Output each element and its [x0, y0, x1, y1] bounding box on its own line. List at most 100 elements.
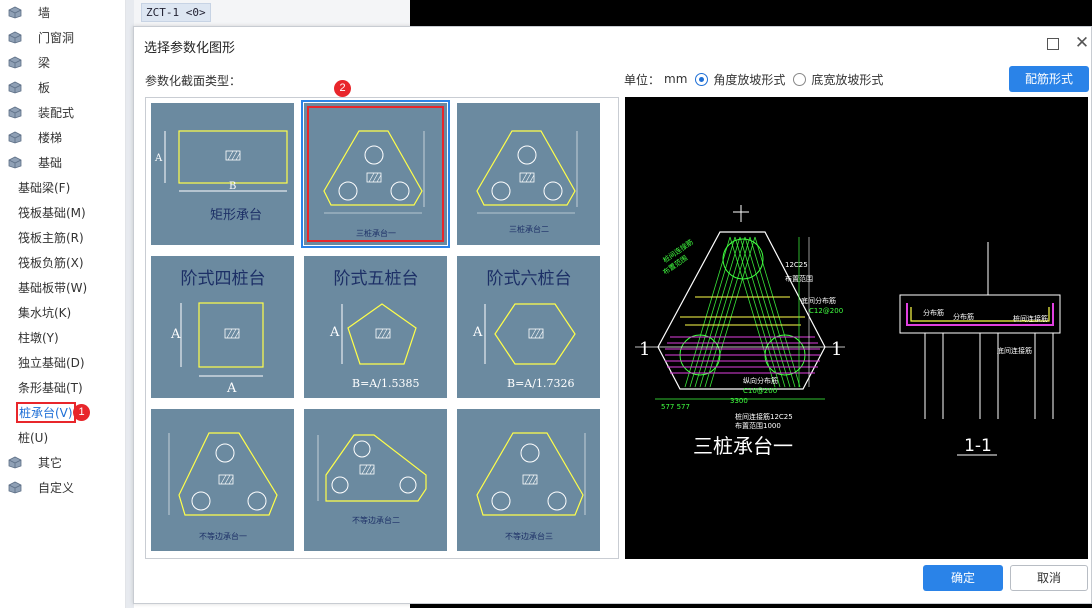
tree-item-label: 筏板主筋(R) [18, 231, 84, 245]
shape-thumbnail[interactable]: 三桩承台一 [301, 100, 450, 248]
tree-item-label: 桩承台(V) [16, 402, 76, 423]
prefab-icon [8, 106, 22, 119]
shape-formula: B=A/1.7326 [507, 377, 574, 390]
tree-foundation-item[interactable]: 基础板带(W) [0, 275, 126, 300]
section-type-label: 参数化截面类型： [145, 74, 242, 88]
tree-item-label: 筏板负筋(X) [18, 256, 84, 270]
dim-label: A [329, 325, 340, 340]
tree-category[interactable]: 楼梯 [0, 125, 126, 150]
dim-label: A [226, 381, 237, 396]
tree-item-label: 柱墩(Y) [18, 331, 59, 345]
tree-foundation-item[interactable]: 筏板基础(M) [0, 200, 126, 225]
tree-item-label: 独立基础(D) [18, 356, 85, 370]
preview-drawing: 1 1 桩间连接筋 布置范围 12C25 布置范围 底间分布筋 C12@200 … [635, 205, 1061, 458]
shape-caption: 阶式六桩台 [487, 269, 572, 289]
tree-category-label: 其它 [38, 456, 63, 470]
ok-button[interactable]: 确定 [923, 565, 1003, 591]
svg-text:底间连接筋: 底间连接筋 [997, 346, 1032, 355]
svg-text:纵向分布筋: 纵向分布筋 [743, 376, 778, 385]
shape-thumbnail[interactable]: 阶式六桩台 A B=A/1.7326 [457, 256, 600, 398]
slab-icon [8, 81, 22, 94]
close-icon[interactable]: ✕ [1073, 34, 1091, 52]
rebar-form-button[interactable]: 配筋形式 [1009, 66, 1089, 92]
unit-value: mm [664, 72, 688, 86]
tree-category[interactable]: 其它 [0, 450, 126, 475]
shape-thumbnail[interactable]: 不等边承台一 [151, 409, 294, 551]
tree-category-label: 门窗洞 [38, 31, 75, 45]
tree-foundation-item[interactable]: 筏板负筋(X) [0, 250, 126, 275]
step-badge-1: 1 [73, 404, 90, 421]
step-badge-2: 2 [334, 80, 351, 97]
shape-caption: 矩形承台 [210, 208, 262, 223]
radio-width-slope[interactable] [793, 72, 807, 86]
tree-category[interactable]: 墙 [0, 0, 126, 25]
shape-thumbnail[interactable]: 阶式五桩台 A B=A/1.5385 [304, 256, 447, 398]
svg-text:布置范围: 布置范围 [785, 274, 813, 283]
tree-foundation-item[interactable]: 筏板主筋(R) [0, 225, 126, 250]
tree-foundation-item[interactable]: 条形基础(T) [0, 375, 126, 400]
tree-category[interactable]: 梁 [0, 50, 126, 75]
shape-caption: 不等边承台一 [199, 531, 247, 541]
tree-category-label: 梁 [38, 56, 51, 70]
svg-text:3300: 3300 [730, 397, 748, 405]
other-icon [8, 456, 22, 469]
shape-caption: 阶式四桩台 [181, 269, 266, 289]
shape-caption: 不等边承台三 [505, 531, 553, 541]
svg-text:C10@200: C10@200 [743, 387, 777, 395]
tree-category-label: 基础 [38, 156, 63, 170]
svg-text:底间分布筋: 底间分布筋 [801, 296, 836, 305]
tree-foundation-item[interactable]: 基础梁(F) [0, 175, 126, 200]
tree-category[interactable]: 基础 [0, 150, 126, 175]
section-view: 分布筋 分布筋 桩间连接筋 底间连接筋 1-1 [899, 242, 1061, 456]
plan-view: 1 1 桩间连接筋 布置范围 12C25 布置范围 底间分布筋 C12@200 … [635, 205, 845, 458]
component-tree: 墙门窗洞梁板装配式楼梯基础基础梁(F) 筏板基础(M) 筏板主筋(R) 筏板负筋(X)… [0, 0, 126, 608]
tree-item-label: 集水坑(K) [18, 306, 72, 320]
tree-category-label: 板 [38, 81, 51, 95]
select-parametric-shape-dialog: 选择参数化图形 ✕ 参数化截面类型： 单位： mm 角度放坡形式 底宽放坡形式 … [133, 26, 1092, 604]
unit-label: 单位： [624, 72, 661, 87]
tree-category[interactable]: 装配式 [0, 100, 126, 125]
shape-thumbnail[interactable]: 不等边承台三 [457, 409, 600, 551]
tree-item-label: 桩(U) [18, 431, 49, 445]
tree-category-label: 自定义 [38, 481, 75, 495]
tree-category[interactable]: 门窗洞 [0, 25, 126, 50]
dim-label: A [170, 327, 181, 342]
dim-label: B [229, 181, 236, 192]
shape-thumbnail[interactable]: A B 矩形承台 [151, 103, 294, 245]
beam-icon [8, 56, 22, 69]
svg-text:577 577: 577 577 [661, 403, 690, 411]
background-tab[interactable]: ZCT-1 <0> [141, 3, 211, 22]
svg-text:桩间连接筋: 桩间连接筋 [1013, 314, 1048, 323]
tree-foundation-item[interactable]: 桩承台(V) 1 [0, 400, 126, 425]
cancel-button[interactable]: 取消 [1010, 565, 1088, 591]
tree-category[interactable]: 板 [0, 75, 126, 100]
tree-category-label: 装配式 [38, 106, 75, 120]
dim-label: A [154, 153, 163, 164]
tree-foundation-item[interactable]: 独立基础(D) [0, 350, 126, 375]
radio-width-slope-label[interactable]: 底宽放坡形式 [811, 71, 883, 88]
tree-category[interactable]: 自定义 [0, 475, 126, 500]
tree-foundation-item[interactable]: 柱墩(Y) [0, 325, 126, 350]
section-caption: 1-1 [964, 436, 992, 456]
svg-text:12C25: 12C25 [785, 261, 808, 269]
selection-highlight [307, 106, 444, 242]
tree-category-label: 墙 [38, 6, 51, 20]
shape-thumbnail[interactable]: 三桩承台二 [457, 103, 600, 245]
dialog-title: 选择参数化图形 [144, 41, 236, 56]
radio-angle-slope[interactable] [695, 72, 709, 86]
tree-foundation-item[interactable]: 桩(U) [0, 425, 126, 450]
maximize-icon[interactable] [1047, 38, 1059, 50]
section-mark-left: 1 [639, 339, 650, 360]
tree-foundation-item[interactable]: 集水坑(K) [0, 300, 126, 325]
shape-preview: 1 1 桩间连接筋 布置范围 12C25 布置范围 底间分布筋 C12@200 … [625, 97, 1088, 559]
svg-text:布置范围1000: 布置范围1000 [735, 421, 781, 430]
door-window-icon [8, 31, 22, 44]
shape-thumbnail[interactable]: 阶式四桩台 A A [151, 256, 294, 398]
shape-thumbnail[interactable]: 不等边承台二 [304, 409, 447, 551]
foundation-icon [8, 156, 22, 169]
gallery-scrollbar[interactable] [618, 181, 619, 401]
svg-text:分布筋: 分布筋 [923, 308, 944, 317]
radio-angle-slope-label[interactable]: 角度放坡形式 [713, 71, 785, 88]
stair-icon [8, 131, 22, 144]
tree-category-label: 楼梯 [38, 131, 63, 145]
